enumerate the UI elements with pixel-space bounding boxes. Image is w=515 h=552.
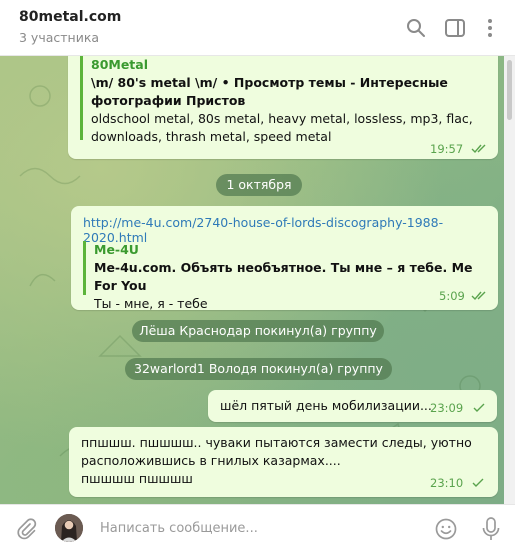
message-time: 5:09: [439, 289, 465, 303]
date-separator: 1 октября: [216, 174, 302, 196]
message-input-bar: Написать сообщение...: [0, 504, 515, 552]
preview-title: \m/ 80's metal \m/ • Просмотр темы - Инт…: [91, 75, 448, 108]
microphone-icon[interactable]: [480, 516, 502, 542]
message-time: 19:57: [430, 142, 464, 156]
service-message: 32warlord1 Володя покинул(а) группу: [125, 358, 392, 380]
avatar[interactable]: [55, 514, 83, 542]
message-text: ппшшш. пшшшш.. чуваки пытаются замести с…: [81, 434, 481, 488]
search-icon[interactable]: [405, 17, 427, 39]
link-preview[interactable]: 80Metal \m/ 80's metal \m/ • Просмотр те…: [80, 56, 491, 144]
preview-title: Me-4u.com. Объять необъятное. Ты мне – я…: [94, 260, 473, 293]
message-input[interactable]: Написать сообщение...: [100, 521, 258, 536]
preview-site-name: Me-4U: [94, 242, 139, 257]
scrollbar-thumb[interactable]: [507, 60, 512, 120]
chat-members-count[interactable]: 3 участника: [19, 30, 99, 45]
service-message: Лёша Краснодар покинул(а) группу: [132, 320, 384, 342]
message-bubble-outgoing[interactable]: шёл пятый день мобилизации... 23:09: [208, 390, 497, 422]
message-line: ппшшш. пшшшш.. чуваки пытаются замести с…: [81, 435, 472, 450]
read-checks-icon: [471, 144, 486, 154]
emoji-icon[interactable]: [434, 517, 458, 541]
more-vertical-icon[interactable]: [479, 17, 501, 39]
chat-title[interactable]: 80metal.com: [19, 9, 121, 25]
chat-header: 80metal.com 3 участника: [0, 0, 515, 56]
sidebar-toggle-icon[interactable]: [444, 17, 466, 39]
message-bubble-outgoing[interactable]: 80Metal \m/ 80's metal \m/ • Просмотр те…: [68, 56, 498, 159]
link-preview[interactable]: Me-4U Me-4u.com. Объять необъятное. Ты м…: [83, 241, 494, 311]
message-time: 23:09: [430, 401, 464, 415]
chat-background: 80Metal \m/ 80's metal \m/ • Просмотр те…: [0, 56, 504, 504]
preview-description: oldschool metal, 80s metal, heavy metal,…: [91, 111, 473, 144]
message-bubble-outgoing[interactable]: ппшшш. пшшшш.. чуваки пытаются замести с…: [69, 427, 498, 497]
message-line: расположившись в гнилых казармах....: [81, 453, 341, 468]
message-time: 23:10: [430, 476, 464, 490]
chat-scrollbar[interactable]: [504, 56, 515, 504]
preview-site-name: 80Metal: [91, 57, 149, 72]
preview-description: Ты - мне, я - тебе: [94, 296, 208, 311]
sent-check-icon: [473, 403, 485, 412]
attach-icon[interactable]: [14, 517, 38, 541]
message-text: шёл пятый день мобилизации...: [220, 398, 432, 413]
message-line: пшшшш пшшшш: [81, 471, 193, 486]
sent-check-icon: [472, 478, 484, 487]
message-bubble-outgoing[interactable]: http://me-4u.com/2740-house-of-lords-dis…: [71, 206, 498, 311]
read-checks-icon: [471, 291, 486, 301]
